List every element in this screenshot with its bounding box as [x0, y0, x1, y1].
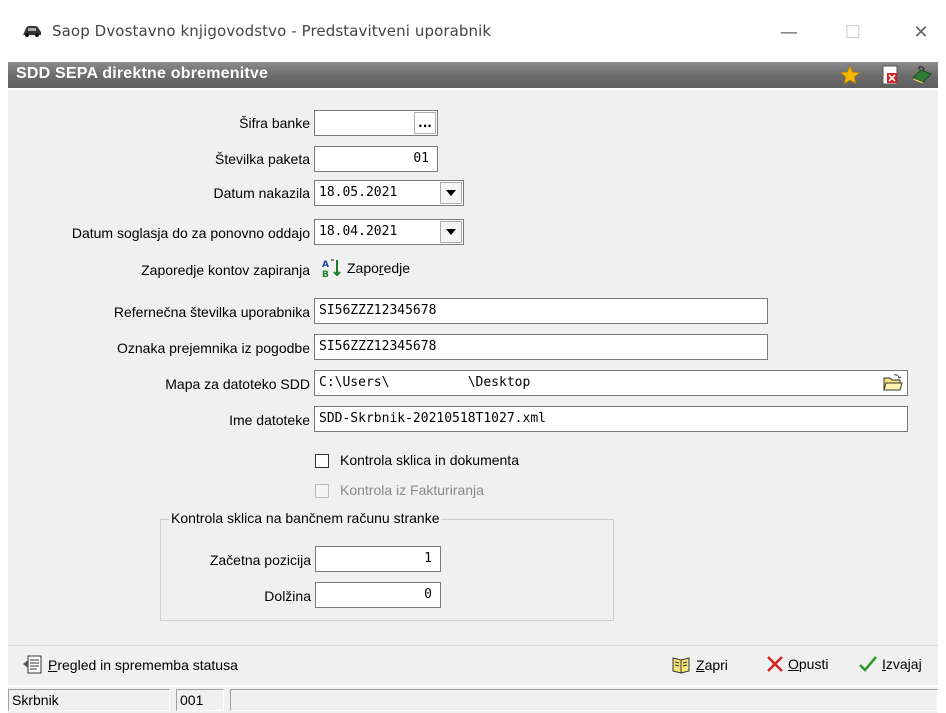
payment-date-dropdown-button[interactable]: [440, 182, 462, 204]
sdd-folder-label: Mapa za datoteko SDD: [165, 376, 310, 392]
sort-order-icon: A B: [322, 259, 341, 278]
file-name-input[interactable]: SDD-Skrbnik-20210518T1027.xml: [314, 406, 908, 432]
minimize-button[interactable]: —: [766, 14, 812, 50]
document-delete-icon[interactable]: [879, 64, 901, 86]
check-reference-checkbox[interactable]: [315, 454, 329, 468]
start-position-label: Začetna pozicija: [209, 552, 311, 568]
payment-date-label: Datum nakazila: [213, 185, 311, 201]
chevron-down-icon: [446, 190, 456, 196]
form-panel: Šifra banke ... Številka paketa 01 Datum…: [8, 90, 938, 645]
consent-date-dropdown-button[interactable]: [440, 221, 462, 243]
cancel-x-icon: [767, 656, 783, 672]
check-invoicing-checkbox[interactable]: [315, 484, 329, 498]
recipient-mark-input[interactable]: SI56ZZZ12345678: [314, 334, 768, 360]
group-title: Kontrola sklica na bančnem računu strank…: [169, 510, 442, 526]
maximize-button[interactable]: ☐: [830, 14, 876, 50]
open-folder-icon: [883, 374, 903, 391]
recipient-mark-label: Oznaka prejemnika iz pogodbe: [116, 340, 310, 356]
svg-text:A: A: [322, 260, 329, 270]
close-form-button[interactable]: Zapri: [670, 655, 728, 675]
svg-text:B: B: [322, 270, 329, 278]
consent-date-label: Datum soglasja do za ponovno oddajo: [71, 225, 310, 241]
file-name-label: Ime datoteke: [229, 412, 310, 428]
check-invoicing-label: Kontrola iz Fakturiranja: [340, 482, 484, 498]
status-user: Skrbnik: [8, 689, 170, 711]
user-reference-input[interactable]: SI56ZZZ12345678: [314, 298, 768, 324]
account-order-label: Zaporedje kontov zapiranja: [141, 262, 310, 278]
status-message: [230, 689, 938, 711]
account-order-text-post: edje: [383, 260, 411, 276]
package-number-input[interactable]: 01: [314, 146, 438, 172]
app-car-icon: [23, 26, 41, 37]
close-form-label: apri: [704, 657, 728, 673]
form-footer: Pregled in sprememba statusa Zapri Opust…: [8, 645, 938, 685]
account-order-button[interactable]: A B Zaporedje: [322, 258, 410, 278]
status-code: 001: [176, 689, 224, 711]
check-reference-label: Kontrola sklica in dokumenta: [340, 452, 519, 468]
cancel-ul: O: [788, 656, 799, 672]
bank-code-browse-button[interactable]: ...: [414, 112, 436, 134]
cancel-button[interactable]: Opusti: [766, 655, 828, 673]
close-window-button[interactable]: ✕: [898, 14, 944, 50]
close-form-ul: Z: [696, 657, 705, 673]
account-order-text-pre: Zapo: [347, 260, 379, 276]
start-position-input[interactable]: 1: [315, 546, 441, 572]
close-book-icon: [672, 657, 690, 674]
review-status-label: regled in sprememba statusa: [57, 657, 238, 673]
checkmark-icon: [859, 656, 877, 672]
form-title: SDD SEPA direktne obremenitve: [16, 65, 269, 82]
document-list-icon: [23, 655, 42, 674]
user-reference-label: Refernečna številka uporabnika: [113, 304, 310, 320]
length-label: Dolžina: [264, 588, 311, 604]
star-icon[interactable]: [839, 64, 861, 86]
review-status-button[interactable]: Pregled in sprememba statusa: [22, 655, 238, 675]
status-bar: Skrbnik 001: [8, 687, 938, 713]
folder-browse-button[interactable]: [882, 372, 904, 394]
review-status-ul: P: [48, 657, 58, 673]
window-titlebar: Saop Dvostavno knjigovodstvo - Predstavi…: [0, 0, 946, 60]
form-header: SDD SEPA direktne obremenitve: [8, 62, 938, 88]
length-input[interactable]: 0: [315, 582, 441, 608]
package-number-label: Številka paketa: [215, 151, 310, 167]
window-title: Saop Dvostavno knjigovodstvo - Predstavi…: [52, 22, 492, 40]
sdd-folder-input[interactable]: C:\Users\ \Desktop: [314, 370, 908, 396]
execute-button[interactable]: Izvajaj: [858, 655, 922, 673]
chevron-down-icon: [446, 229, 456, 235]
cancel-label: pusti: [798, 656, 829, 672]
bank-code-label: Šifra banke: [239, 115, 310, 131]
help-book-icon[interactable]: [911, 64, 933, 86]
reference-check-group: Kontrola sklica na bančnem računu strank…: [160, 510, 614, 621]
execute-label: zvajaj: [885, 656, 922, 672]
